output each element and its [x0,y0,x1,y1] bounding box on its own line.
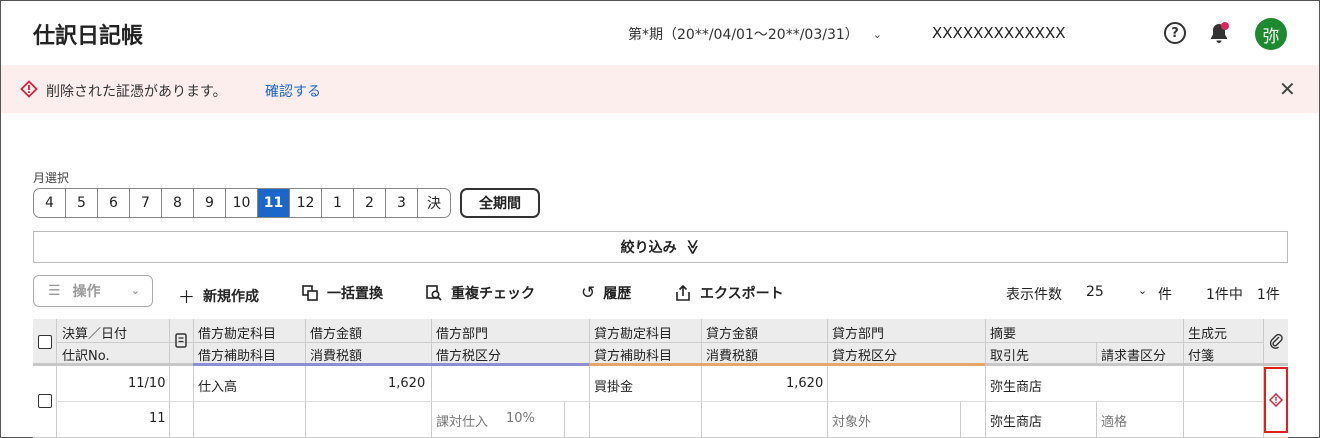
menu-icon: ☰ [48,283,61,299]
month-button[interactable]: 8 [162,189,194,217]
replace-icon [302,285,318,301]
month-button[interactable]: 2 [354,189,386,217]
month-button-closing[interactable]: 決 [418,189,450,217]
page-size-label: 表示件数 [1006,287,1062,303]
month-button[interactable]: 5 [66,189,98,217]
chevron-down-icon: ⌄ [872,27,882,41]
operations-label: 操作 [72,284,101,300]
month-button[interactable]: 9 [194,189,226,217]
bulk-replace-button[interactable]: 一括置換 [301,283,383,303]
new-entry-label: 新規作成 [203,288,259,305]
export-icon [676,284,690,301]
history-button[interactable]: ↺ 履歴 [581,283,631,303]
month-selector-label: 月選択 [33,171,70,185]
row-checkbox[interactable] [38,394,52,408]
header-debit-tax: 消費税額 [310,349,363,364]
select-all-checkbox[interactable] [38,335,52,349]
header-journal-no: 仕訳No. [62,349,110,364]
month-button[interactable]: 7 [130,189,162,217]
deleted-evidence-indicator[interactable] [1264,367,1288,433]
header-source: 生成元 [1188,327,1228,342]
row-date[interactable]: 11/10 [128,376,165,391]
header-partner: 取引先 [990,349,1030,364]
operations-select[interactable]: ☰ 操作 ⌄ [33,275,153,307]
page-title: 仕訳日記帳 [33,24,144,49]
chevron-down-icon: ⌄ [130,284,140,297]
history-icon: ↺ [581,283,596,303]
close-icon[interactable]: ✕ [1279,77,1296,101]
header-credit-account: 貸方勘定科目 [594,327,673,342]
row-journal-no[interactable]: 11 [149,411,166,426]
header-debit-sub: 借方補助科目 [198,349,277,364]
help-icon[interactable]: ? [1164,22,1186,44]
header-debit-dept: 借方部門 [436,327,489,342]
header-invoice-category: 請求書区分 [1101,349,1167,364]
header-debit-tax-category: 借方税区分 [436,349,502,364]
plus-icon: ＋ [178,288,195,308]
row-debit-tax-category[interactable]: 課対仕入 [436,411,488,430]
document-icon [175,333,187,348]
warning-diamond-icon [1269,393,1283,407]
row-debit-tax-rate[interactable]: 10% [506,411,535,426]
row-credit-amount[interactable]: 1,620 [786,376,823,391]
header-credit-amount: 貸方金額 [706,327,759,342]
company-name: XXXXXXXXXXXXX [932,24,1066,42]
filter-toggle[interactable]: 絞り込み ≫ [33,231,1288,263]
month-button[interactable]: 3 [386,189,418,217]
record-count: 1件中 1件 [1206,287,1280,303]
row-debit-amount[interactable]: 1,620 [388,376,425,391]
period-text: 第*期（20**/04/01〜20**/03/31） [628,27,859,43]
header-credit-sub: 貸方補助科目 [594,349,673,364]
all-period-button[interactable]: 全期間 [460,188,540,218]
alert-banner: 削除された証憑があります。 確認する ✕ [1,65,1319,113]
page-size-select[interactable]: 25 ⌄ [1086,284,1147,300]
header-date: 決算／日付 [62,327,128,342]
row-partner[interactable]: 弥生商店 [990,411,1042,430]
period-selector[interactable]: 第*期（20**/04/01〜20**/03/31） ⌄ [628,24,882,44]
month-button[interactable]: 1 [322,189,354,217]
month-selector: 4 5 6 7 8 9 10 11 12 1 2 3 決 [33,188,451,218]
header-credit-tax: 消費税額 [706,349,759,364]
month-button[interactable]: 4 [34,189,66,217]
header-debit-amount: 借方金額 [310,327,363,342]
duplicate-check-label: 重複チェック [451,286,535,302]
header-sticky-note: 付箋 [1188,349,1215,364]
header-credit-dept: 貸方部門 [832,327,885,342]
chevron-down-icon: ⌄ [1137,284,1148,297]
page-size-unit: 件 [1158,287,1172,303]
month-button[interactable]: 6 [98,189,130,217]
warning-diamond-icon [20,80,38,98]
alert-message: 削除された証憑があります。 [46,84,227,100]
duplicate-check-button[interactable]: 重複チェック [425,283,535,303]
duplicate-search-icon [426,285,442,301]
page-size-value: 25 [1086,284,1104,300]
history-label: 履歴 [603,286,632,302]
app-header: 仕訳日記帳 第*期（20**/04/01〜20**/03/31） ⌄ XXXXX… [0,0,1318,65]
month-button[interactable]: 10 [226,189,258,217]
bulk-replace-label: 一括置換 [327,286,383,302]
month-button[interactable]: 12 [290,189,322,217]
row-credit-tax-category[interactable]: 対象外 [832,411,871,430]
export-label: エクスポート [700,286,784,302]
row-debit-account[interactable]: 仕入高 [198,376,237,395]
header-debit-account: 借方勘定科目 [198,327,277,342]
paperclip-icon [1269,333,1283,349]
row-credit-account[interactable]: 買掛金 [594,376,633,395]
row-invoice-category[interactable]: 適格 [1101,411,1127,430]
header-accent [33,363,193,366]
notification-badge [1221,22,1229,30]
month-button-active[interactable]: 11 [258,189,290,217]
header-credit-tax-category: 貸方税区分 [832,349,898,364]
header-summary: 摘要 [990,327,1017,342]
avatar[interactable]: 弥 [1255,18,1287,50]
new-entry-button[interactable]: ＋ 新規作成 [178,283,259,308]
alert-confirm-link[interactable]: 確認する [265,81,321,101]
row-summary[interactable]: 弥生商店 [990,376,1042,395]
filter-label: 絞り込み [620,240,677,256]
export-button[interactable]: エクスポート [674,283,784,303]
double-chevron-down-icon: ≫ [683,239,702,255]
